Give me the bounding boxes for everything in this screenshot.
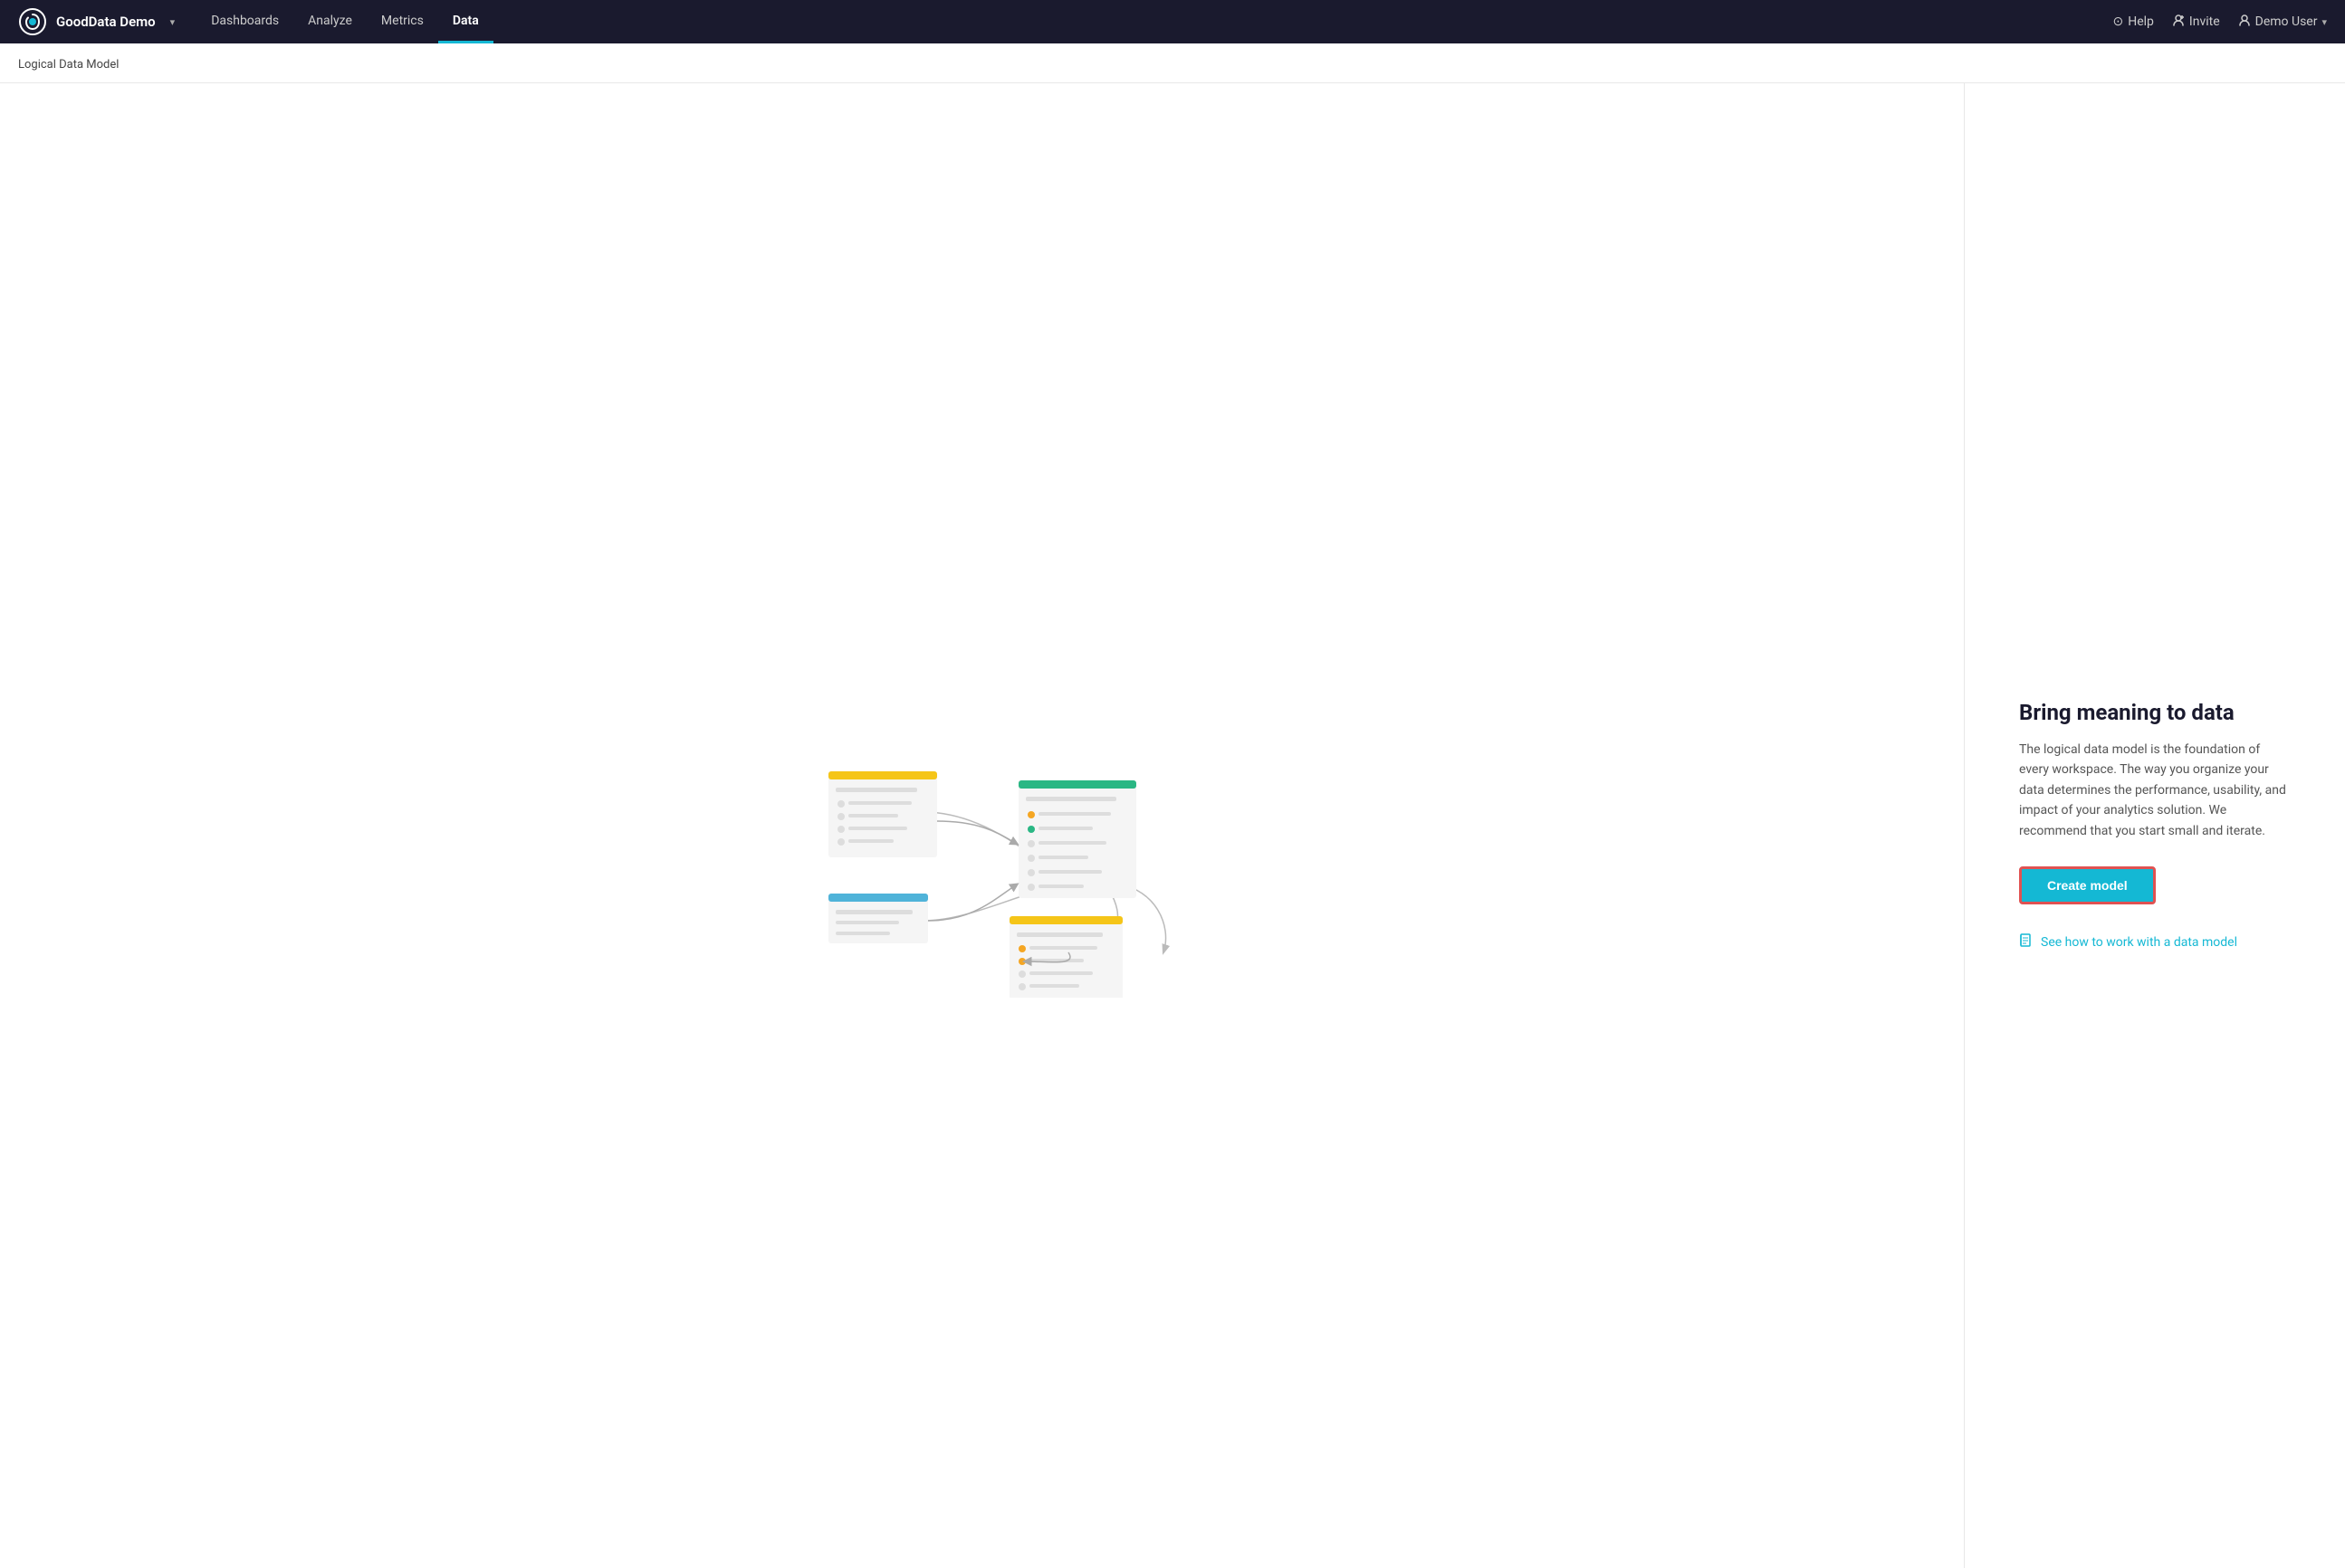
page-title: Bring meaning to data bbox=[2019, 700, 2291, 725]
nav-data[interactable]: Data bbox=[438, 0, 493, 43]
breadcrumb: Logical Data Model bbox=[18, 58, 119, 72]
nav-metrics[interactable]: Metrics bbox=[367, 0, 438, 43]
book-icon bbox=[2019, 933, 2034, 951]
invite-label: Invite bbox=[2189, 14, 2220, 29]
main-nav: Dashboards Analyze Metrics Data bbox=[196, 0, 2112, 43]
gooddata-logo-icon bbox=[18, 7, 47, 36]
nav-analyze[interactable]: Analyze bbox=[293, 0, 367, 43]
create-model-btn-wrapper: Create model bbox=[2019, 866, 2291, 919]
invite-icon bbox=[2172, 14, 2185, 30]
nav-dashboards[interactable]: Dashboards bbox=[196, 0, 293, 43]
page-description: The logical data model is the foundation… bbox=[2019, 740, 2291, 841]
breadcrumb-bar: Logical Data Model bbox=[0, 43, 2345, 83]
info-panel: Bring meaning to data The logical data m… bbox=[1965, 83, 2345, 1568]
invite-link[interactable]: Invite bbox=[2172, 14, 2220, 30]
brand-name: GoodData Demo bbox=[56, 14, 156, 30]
brand-dropdown-icon[interactable]: ▾ bbox=[170, 16, 176, 28]
main-content: Bring meaning to data The logical data m… bbox=[0, 83, 2345, 1568]
header-actions: ⊙ Help Invite Demo User ▾ bbox=[2112, 14, 2327, 30]
create-model-button[interactable]: Create model bbox=[2019, 866, 2156, 904]
user-name: Demo User bbox=[2255, 14, 2318, 29]
user-dropdown-icon: ▾ bbox=[2321, 16, 2327, 28]
illustration-panel bbox=[0, 83, 1965, 1568]
user-menu[interactable]: Demo User ▾ bbox=[2238, 14, 2327, 30]
help-link-text: See how to work with a data model bbox=[2041, 935, 2237, 950]
illustration-svg bbox=[765, 654, 1200, 998]
app-header: GoodData Demo ▾ Dashboards Analyze Metri… bbox=[0, 0, 2345, 43]
help-icon: ⊙ bbox=[2112, 14, 2123, 29]
help-link[interactable]: ⊙ Help bbox=[2112, 14, 2153, 29]
help-data-model-link[interactable]: See how to work with a data model bbox=[2019, 933, 2291, 951]
right-content: Bring meaning to data The logical data m… bbox=[2019, 700, 2291, 951]
user-icon bbox=[2238, 14, 2251, 30]
help-label: Help bbox=[2128, 14, 2154, 29]
data-model-illustration bbox=[765, 654, 1200, 998]
logo-area[interactable]: GoodData Demo ▾ bbox=[18, 7, 175, 36]
